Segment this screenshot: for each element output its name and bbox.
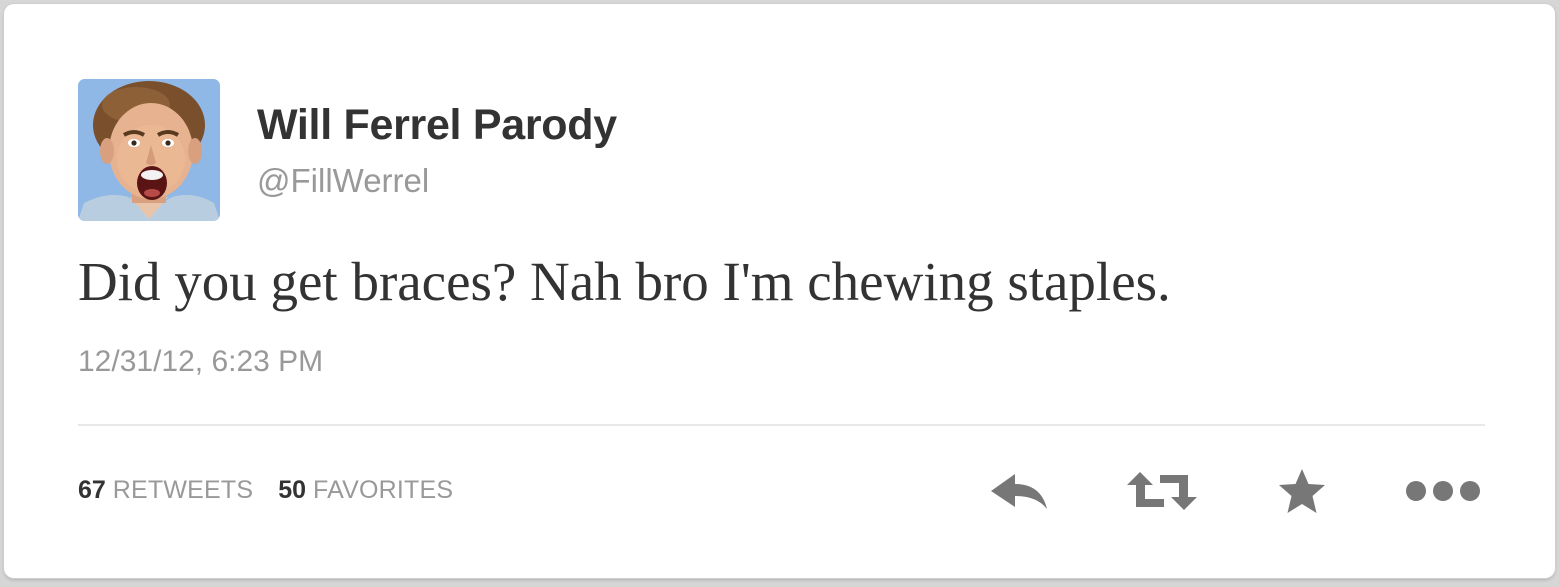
retweet-button[interactable] bbox=[1122, 466, 1202, 516]
user-avatar-photo-icon bbox=[78, 79, 220, 221]
tweet-stats: 67 RETWEETS 50 FAVORITES bbox=[78, 476, 453, 505]
reply-button[interactable] bbox=[986, 466, 1052, 516]
avatar[interactable] bbox=[78, 79, 220, 221]
favorites-label: FAVORITES bbox=[312, 476, 454, 504]
more-options-button[interactable] bbox=[1402, 466, 1484, 516]
retweets-label: RETWEETS bbox=[112, 476, 254, 504]
retweet-arrows-icon bbox=[1127, 472, 1197, 510]
user-handle[interactable]: @FillWerrel bbox=[257, 162, 429, 200]
favorites-stat[interactable]: 50 FAVORITES bbox=[278, 476, 453, 504]
ellipsis-icon bbox=[1406, 481, 1480, 501]
retweets-count: 67 bbox=[78, 476, 106, 504]
star-icon bbox=[1279, 469, 1325, 513]
tweet-card: Will Ferrel Parody @FillWerrel Did you g… bbox=[4, 4, 1555, 578]
favorites-count: 50 bbox=[278, 476, 307, 504]
reply-arrow-icon bbox=[991, 474, 1047, 509]
display-name[interactable]: Will Ferrel Parody bbox=[257, 101, 617, 150]
retweets-stat[interactable]: 67 RETWEETS bbox=[78, 476, 260, 504]
favorite-button[interactable] bbox=[1274, 466, 1330, 516]
tweet-text: Did you get braces? Nah bro I'm chewing … bbox=[78, 251, 1171, 312]
tweet-timestamp[interactable]: 12/31/12, 6:23 PM bbox=[78, 345, 323, 379]
divider bbox=[78, 424, 1485, 426]
